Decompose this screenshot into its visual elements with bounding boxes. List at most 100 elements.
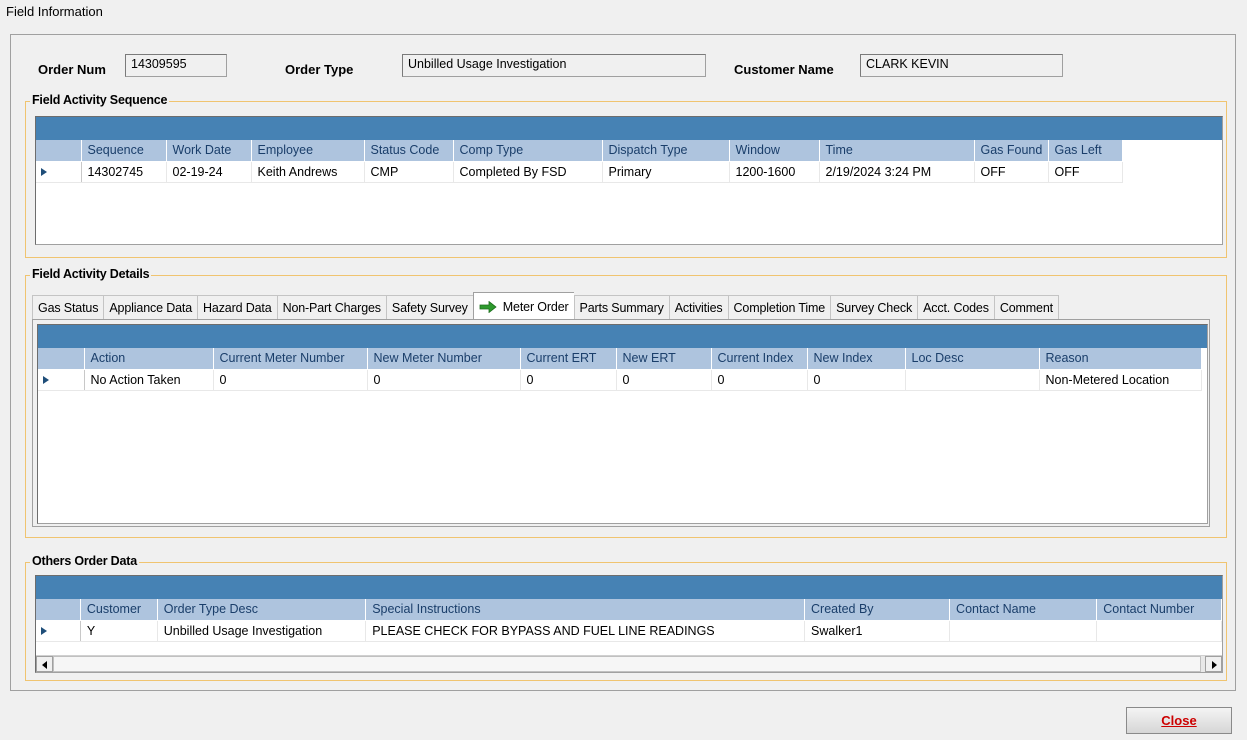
order-type-field[interactable]: Unbilled Usage Investigation <box>402 54 706 77</box>
table-row[interactable]: 14302745 02-19-24 Keith Andrews CMP Comp… <box>36 161 1123 183</box>
sequence-col-header[interactable]: Employee <box>251 140 365 162</box>
table-cell[interactable]: 14302745 <box>81 161 167 183</box>
meter-col-header[interactable]: Current Index <box>711 348 808 370</box>
table-cell[interactable]: OFF <box>974 161 1049 183</box>
tab-non-part-charges[interactable]: Non-Part Charges <box>276 295 386 319</box>
table-cell[interactable]: OFF <box>1048 161 1123 183</box>
table-cell[interactable]: Unbilled Usage Investigation <box>157 620 367 642</box>
window-title: Field Information <box>6 4 103 19</box>
order-num-field[interactable]: 14309595 <box>125 54 227 77</box>
table-cell[interactable]: 0 <box>616 369 712 391</box>
sequence-grid[interactable]: Sequence Work Date Employee Status Code … <box>35 116 1223 245</box>
sequence-col-header[interactable]: Gas Found <box>974 140 1049 162</box>
table-cell[interactable]: Completed By FSD <box>453 161 603 183</box>
details-tab-strip: Gas Status Appliance Data Hazard Data No… <box>32 292 1059 319</box>
sequence-col-header[interactable]: Time <box>819 140 975 162</box>
meter-col-header[interactable]: Loc Desc <box>905 348 1040 370</box>
meter-col-header[interactable]: Current ERT <box>520 348 617 370</box>
row-header-corner <box>38 348 85 370</box>
table-cell[interactable]: 0 <box>213 369 368 391</box>
sequence-col-header[interactable]: Sequence <box>81 140 167 162</box>
table-cell[interactable]: 02-19-24 <box>166 161 252 183</box>
others-col-header[interactable]: Created By <box>804 599 951 621</box>
meter-col-header[interactable]: Action <box>84 348 214 370</box>
tab-meter-order[interactable]: Meter Order <box>472 292 574 319</box>
table-cell[interactable] <box>949 620 1098 642</box>
field-activity-sequence-title: Field Activity Sequence <box>30 93 170 107</box>
scroll-left-button[interactable] <box>36 656 53 672</box>
row-pointer-icon <box>41 626 47 635</box>
table-cell[interactable]: Non-Metered Location <box>1039 369 1202 391</box>
table-cell[interactable] <box>1096 620 1222 642</box>
others-table: Customer Order Type Desc Special Instruc… <box>36 599 1222 642</box>
tab-survey-check[interactable]: Survey Check <box>830 295 918 319</box>
row-pointer-icon <box>41 167 47 176</box>
tab-hazard-data[interactable]: Hazard Data <box>197 295 277 319</box>
table-cell[interactable]: Swalker1 <box>804 620 951 642</box>
table-cell[interactable]: PLEASE CHECK FOR BYPASS AND FUEL LINE RE… <box>365 620 806 642</box>
scroll-right-button[interactable] <box>1205 656 1222 672</box>
table-row[interactable]: No Action Taken 0 0 0 0 0 0 Non-Metered … <box>38 369 1202 391</box>
tab-gas-status[interactable]: Gas Status <box>32 295 104 319</box>
close-button[interactable]: Close <box>1126 707 1232 734</box>
row-header[interactable] <box>36 620 81 642</box>
tab-activities[interactable]: Activities <box>668 295 728 319</box>
table-cell[interactable] <box>905 369 1040 391</box>
meter-order-panel: Action Current Meter Number New Meter Nu… <box>32 319 1210 527</box>
others-col-header[interactable]: Special Instructions <box>365 599 806 621</box>
others-col-header[interactable]: Contact Name <box>949 599 1098 621</box>
sequence-table: Sequence Work Date Employee Status Code … <box>36 140 1123 183</box>
tab-acct-codes[interactable]: Acct. Codes <box>917 295 994 319</box>
meter-order-grid[interactable]: Action Current Meter Number New Meter Nu… <box>37 324 1208 524</box>
meter-col-header[interactable]: Reason <box>1039 348 1202 370</box>
tab-completion-time[interactable]: Completion Time <box>727 295 831 319</box>
sequence-col-header[interactable]: Window <box>729 140 820 162</box>
table-cell[interactable]: No Action Taken <box>84 369 214 391</box>
others-col-header[interactable]: Customer <box>80 599 158 621</box>
sequence-col-header[interactable]: Comp Type <box>453 140 603 162</box>
sequence-col-header[interactable]: Gas Left <box>1048 140 1123 162</box>
sequence-col-header[interactable]: Status Code <box>364 140 454 162</box>
sequence-col-header[interactable]: Work Date <box>166 140 252 162</box>
scrollbar-thumb[interactable] <box>53 656 1201 672</box>
table-cell[interactable]: 0 <box>367 369 521 391</box>
row-header-corner <box>36 140 82 162</box>
sequence-col-header[interactable]: Dispatch Type <box>602 140 730 162</box>
row-header-corner <box>36 599 81 621</box>
table-row[interactable]: Y Unbilled Usage Investigation PLEASE CH… <box>36 620 1222 642</box>
table-cell[interactable]: Primary <box>602 161 730 183</box>
row-header[interactable] <box>36 161 82 183</box>
table-cell[interactable]: 2/19/2024 3:24 PM <box>819 161 975 183</box>
table-cell[interactable]: Y <box>80 620 158 642</box>
row-pointer-icon <box>43 375 49 384</box>
row-header[interactable] <box>38 369 85 391</box>
field-activity-details-title: Field Activity Details <box>30 267 152 281</box>
customer-name-field[interactable]: CLARK KEVIN <box>860 54 1063 77</box>
meter-order-table: Action Current Meter Number New Meter Nu… <box>38 348 1202 391</box>
table-cell[interactable]: 0 <box>807 369 906 391</box>
others-col-header[interactable]: Contact Number <box>1096 599 1222 621</box>
tab-meter-order-label: Meter Order <box>502 300 569 314</box>
table-cell[interactable]: CMP <box>364 161 454 183</box>
table-cell[interactable]: 0 <box>520 369 617 391</box>
table-cell[interactable]: 1200-1600 <box>729 161 820 183</box>
horizontal-scrollbar[interactable] <box>36 655 1222 672</box>
chevron-right-icon <box>1212 661 1217 669</box>
others-grid[interactable]: Customer Order Type Desc Special Instruc… <box>35 575 1223 673</box>
tab-parts-summary[interactable]: Parts Summary <box>573 295 669 319</box>
tab-appliance-data[interactable]: Appliance Data <box>103 295 198 319</box>
meter-col-header[interactable]: New Index <box>807 348 906 370</box>
table-cell[interactable]: Keith Andrews <box>251 161 365 183</box>
meter-col-header[interactable]: Current Meter Number <box>213 348 368 370</box>
tab-comment[interactable]: Comment <box>993 295 1059 319</box>
tab-safety-survey[interactable]: Safety Survey <box>385 295 473 319</box>
chevron-left-icon <box>42 661 47 669</box>
meter-col-header[interactable]: New ERT <box>616 348 712 370</box>
table-cell[interactable]: 0 <box>711 369 808 391</box>
others-col-header[interactable]: Order Type Desc <box>157 599 367 621</box>
meter-col-header[interactable]: New Meter Number <box>367 348 521 370</box>
green-arrow-icon <box>479 300 497 316</box>
others-header-row: Customer Order Type Desc Special Instruc… <box>36 599 1222 621</box>
sequence-grid-band <box>36 117 1222 140</box>
meter-order-header-row: Action Current Meter Number New Meter Nu… <box>38 348 1202 370</box>
